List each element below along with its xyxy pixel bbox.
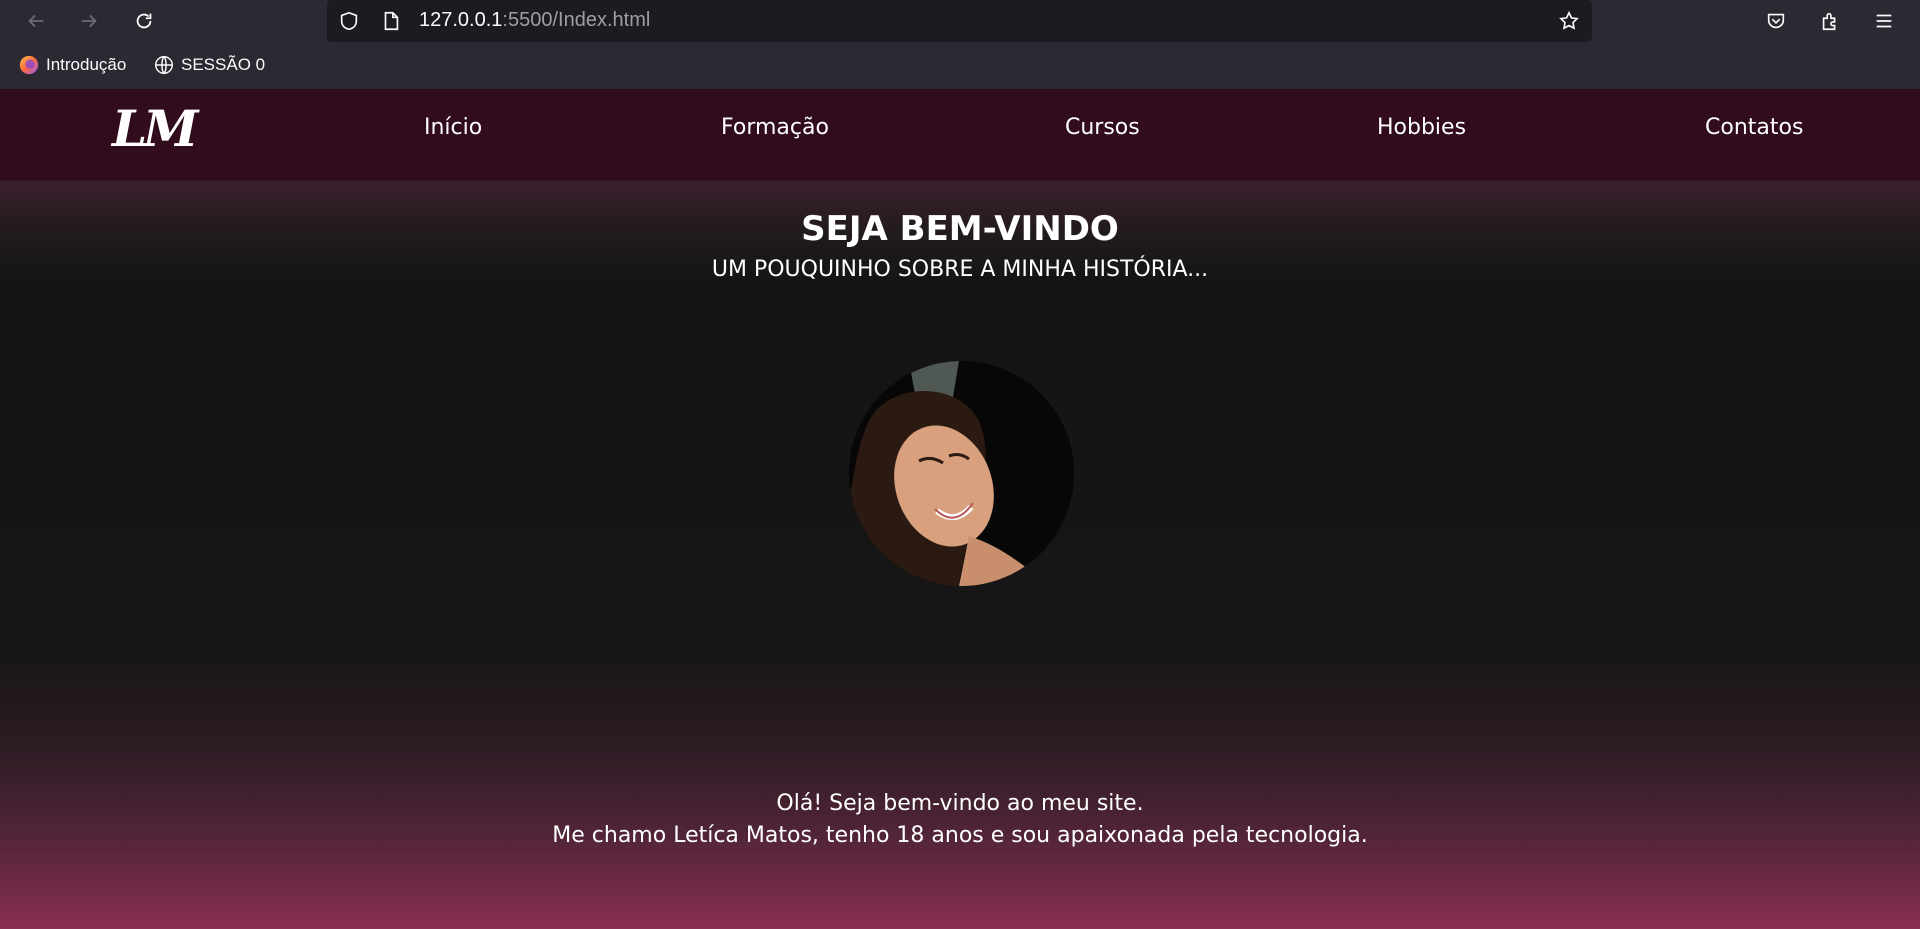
nav-hobbies[interactable]: Hobbies [1377, 115, 1466, 140]
back-button[interactable] [20, 5, 52, 37]
pocket-icon [1767, 13, 1785, 29]
back-icon [28, 14, 44, 28]
forward-button[interactable] [73, 5, 105, 37]
forward-icon [81, 14, 97, 28]
bookmark-label: SESSÃO 0 [181, 55, 266, 74]
url-text[interactable]: 127.0.0.1:5500/Index.html [419, 9, 650, 32]
firefox-icon [19, 55, 39, 75]
bookmark-sessao-0[interactable]: SESSÃO 0 [153, 54, 265, 76]
nav-inicio[interactable]: Início [424, 115, 482, 140]
profile-photo [849, 361, 1074, 586]
hero-title: SEJA BEM-VINDO [801, 209, 1119, 249]
reload-icon [136, 13, 152, 29]
nav-contatos[interactable]: Contatos [1705, 115, 1803, 140]
intro-line-2: Me chamo Letíca Matos, tenho 18 anos e s… [552, 823, 1368, 848]
app-menu-button[interactable] [1868, 5, 1900, 37]
bookmarks-bar: Introdução SESSÃO 0 [0, 42, 1920, 89]
url-host: 127.0.0.1 [419, 9, 503, 31]
browser-toolbar: 127.0.0.1:5500/Index.html [0, 0, 1920, 42]
page-content: LM Início Formação Cursos Hobbies Contat… [0, 89, 1920, 929]
site-logo[interactable]: LM [112, 99, 198, 158]
shield-icon[interactable] [337, 9, 361, 33]
reload-button[interactable] [128, 5, 160, 37]
nav-cursos[interactable]: Cursos [1065, 115, 1140, 140]
star-icon[interactable] [1557, 9, 1581, 33]
nav-formacao[interactable]: Formação [721, 115, 829, 140]
page-icon[interactable] [379, 9, 403, 33]
pocket-button[interactable] [1760, 5, 1792, 37]
extensions-button[interactable] [1814, 5, 1846, 37]
bookmark-label: Introdução [46, 55, 127, 74]
bookmark-introducao[interactable]: Introdução [18, 54, 126, 76]
menu-icon [1876, 14, 1892, 28]
url-bar[interactable]: 127.0.0.1:5500/Index.html [327, 0, 1592, 42]
extensions-icon [1822, 12, 1836, 31]
url-path: :5500/Index.html [502, 9, 651, 31]
intro-line-1: Olá! Seja bem-vindo ao meu site. [776, 791, 1144, 816]
hero-subtitle: UM POUQUINHO SOBRE A MINHA HISTÓRIA... [711, 257, 1209, 282]
globe-icon [155, 56, 173, 74]
site-navbar: LM Início Formação Cursos Hobbies Contat… [0, 89, 1920, 181]
